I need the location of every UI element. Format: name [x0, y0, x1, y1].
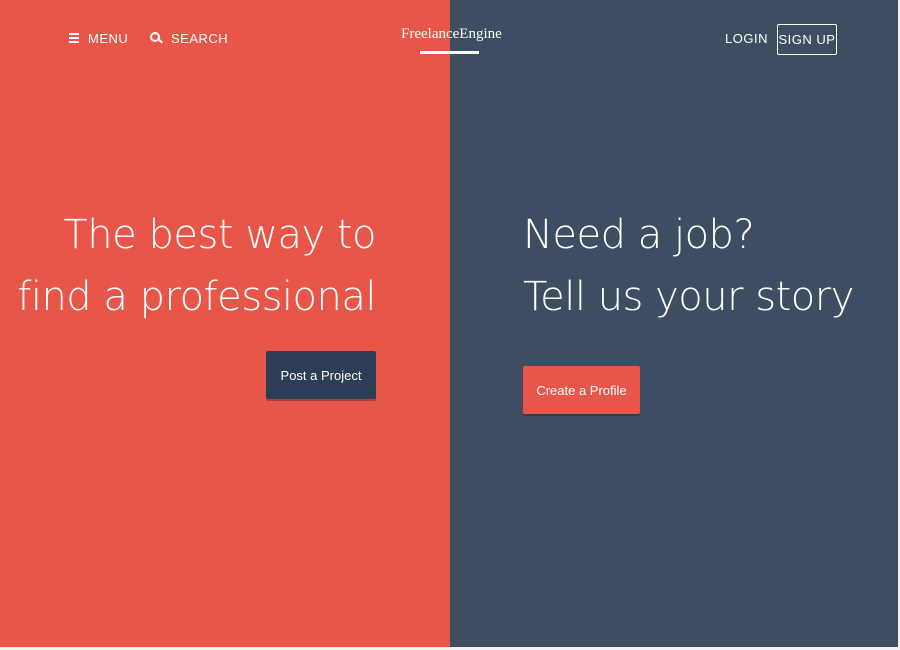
login-link[interactable]: LOGIN [725, 30, 768, 46]
menu-label: MENU [88, 30, 129, 46]
signup-button[interactable]: SIGN UP [777, 24, 837, 55]
hire-headline-line-2: find a professional [17, 274, 376, 320]
job-headline-line-1: Need a job? [523, 212, 755, 258]
create-profile-button[interactable]: Create a Profile [523, 366, 640, 414]
search-toggle[interactable]: SEARCH [150, 30, 228, 46]
site-logo[interactable]: FreelanceEngine [401, 26, 502, 43]
job-headline-line-2: Tell us your story [523, 274, 854, 320]
landing-page: MENU SEARCH FreelanceEngine LOGIN SIGN U… [0, 0, 900, 650]
hamburger-icon [69, 33, 79, 43]
post-project-button[interactable]: Post a Project [266, 351, 376, 399]
hire-headline: The best way to find a professional [17, 204, 376, 328]
hire-headline-line-1: The best way to [63, 212, 376, 258]
search-label: SEARCH [171, 30, 229, 46]
menu-toggle[interactable]: MENU [69, 30, 128, 46]
logo-underline [420, 51, 479, 54]
search-icon [150, 31, 163, 45]
job-headline: Need a job? Tell us your story [523, 204, 854, 328]
